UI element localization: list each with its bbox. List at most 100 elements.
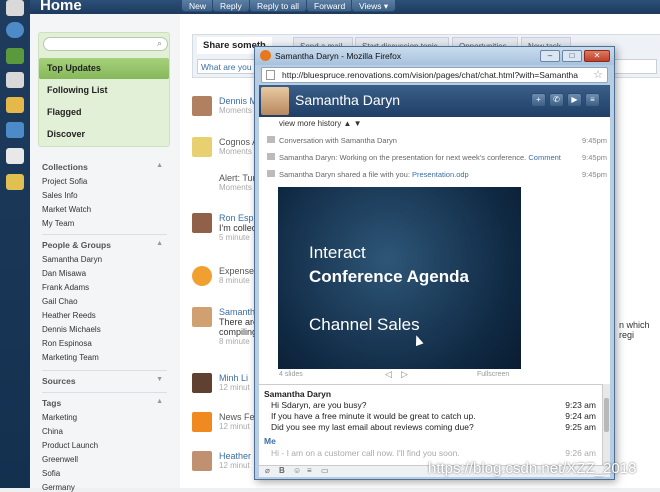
attach-icon[interactable]: ⌀ [265, 466, 270, 475]
person-item[interactable]: Frank Adams [42, 283, 89, 292]
folder-icon[interactable] [6, 97, 24, 113]
bold-icon[interactable]: B [279, 466, 285, 475]
views-button[interactable]: Views ▾ [351, 0, 397, 12]
comment-link[interactable]: Comment [528, 153, 561, 162]
search-input[interactable]: ⌕ [43, 37, 168, 51]
feed-item[interactable]: Minh Li 12 minut [219, 373, 250, 392]
feed-item[interactable]: Cognos A Moments [219, 137, 258, 156]
window-titlebar[interactable]: Samantha Daryn - Mozilla Firefox – □ ✕ [255, 47, 614, 65]
mail-icon[interactable] [6, 22, 24, 38]
new-button[interactable]: New [181, 0, 215, 12]
menu-icon[interactable]: ≡ [585, 93, 600, 107]
tag-item[interactable]: Sofia [42, 469, 60, 478]
collections-heading[interactable]: Collections ▲ [42, 162, 167, 172]
next-slide-icon[interactable]: ▷ [401, 369, 408, 380]
person-item[interactable]: Dennis Michaels [42, 325, 101, 334]
filter-discover[interactable]: Discover [39, 124, 169, 145]
feed-author[interactable]: Dennis M [219, 96, 257, 106]
feed-item[interactable]: News Fe 12 minut [219, 412, 255, 431]
tag-item[interactable]: Marketing [42, 413, 77, 422]
collection-item[interactable]: My Team [42, 219, 74, 228]
avatar[interactable] [192, 307, 212, 327]
reply-all-button[interactable]: Reply to all [249, 0, 308, 12]
person-item[interactable]: Samantha Daryn [42, 255, 102, 264]
presentation-preview[interactable]: Interact Conference Agenda Channel Sales [278, 187, 521, 369]
notebook-icon[interactable] [6, 148, 24, 164]
url-text[interactable]: http://bluespruce.renovations.com/vision… [282, 70, 592, 80]
file-icon [267, 170, 275, 177]
collection-item[interactable]: Project Sofia [42, 177, 87, 186]
feed-item[interactable]: Expense 8 minute [219, 266, 254, 285]
avatar[interactable] [192, 373, 212, 393]
feed-author[interactable]: Minh Li [219, 373, 250, 383]
slide-line-1: Interact [309, 243, 366, 262]
prev-slide-icon[interactable]: ◁ [385, 369, 392, 380]
people-heading[interactable]: People & Groups ▲ [42, 240, 167, 250]
collection-item[interactable]: Sales Info [42, 191, 78, 200]
slide-count: 4 slides [279, 371, 303, 378]
collapse-icon[interactable]: ▲ [156, 398, 163, 405]
expand-icon[interactable]: ▼ [156, 376, 163, 383]
feed-item[interactable]: Ron Espi I'm collec 5 minute [219, 213, 256, 242]
person-item[interactable]: Heather Reeds [42, 311, 96, 320]
feed-time: 12 minut [219, 422, 250, 431]
address-bar[interactable]: http://bluespruce.renovations.com/vision… [261, 67, 608, 83]
feed-item[interactable]: Samanth There are compiling 8 minute [219, 307, 258, 346]
fullscreen-link[interactable]: Fullscreen [477, 371, 509, 378]
feed-author[interactable]: News Fe [219, 412, 255, 422]
feed-alert[interactable]: Alert: Tur [219, 173, 256, 183]
apps-icon[interactable] [6, 122, 24, 138]
chat-me-label: Me [264, 436, 276, 446]
person-item[interactable]: Marketing Team [42, 353, 99, 362]
collection-item[interactable]: Market Watch [42, 205, 91, 214]
video-icon[interactable]: ▶ [567, 93, 582, 107]
contacts-icon[interactable] [6, 72, 24, 88]
feed-author[interactable]: Cognos A [219, 137, 258, 147]
tag-item[interactable]: Product Launch [42, 441, 98, 450]
collapse-icon[interactable]: ▲ [156, 240, 163, 247]
feed-author[interactable]: Ron Espi [219, 213, 256, 223]
slide-line-2: Conference Agenda [309, 267, 469, 286]
sources-heading[interactable]: Sources ▼ [42, 376, 167, 386]
chat-scrollbar[interactable] [602, 384, 610, 465]
maximize-button[interactable]: □ [562, 50, 582, 62]
bookmark-star-icon[interactable]: ☆ [593, 68, 603, 81]
chat-message: Hi Sdaryn, are you busy? [271, 400, 367, 410]
tags-heading[interactable]: Tags ▲ [42, 398, 167, 408]
tag-item[interactable]: China [42, 427, 63, 436]
screen-capture-icon[interactable]: ▭ [321, 466, 329, 475]
scrollbar-thumb[interactable] [604, 398, 609, 432]
feed-item[interactable]: Alert: Tur Moments [219, 173, 256, 192]
format-icon[interactable]: ≡ [307, 466, 312, 475]
avatar[interactable] [192, 96, 212, 116]
tag-item[interactable]: Greenwell [42, 455, 78, 464]
activities-icon[interactable] [6, 174, 24, 190]
search-icon[interactable]: ⌕ [157, 38, 162, 49]
calendar-icon[interactable] [6, 48, 24, 64]
minimize-button[interactable]: – [540, 50, 560, 62]
file-link[interactable]: Presentation.odp [412, 170, 469, 179]
forward-button[interactable]: Forward [306, 0, 354, 12]
feed-item[interactable]: Dennis M Moments [219, 96, 257, 115]
close-button[interactable]: ✕ [584, 50, 610, 62]
avatar[interactable] [192, 451, 212, 471]
contact-avatar[interactable] [261, 87, 289, 115]
home-icon[interactable] [6, 0, 24, 16]
filter-flagged[interactable]: Flagged [39, 102, 169, 123]
person-item[interactable]: Gail Chao [42, 297, 78, 306]
sources-heading-label: Sources [42, 376, 76, 386]
avatar[interactable] [192, 213, 212, 233]
feed-author[interactable]: Expense [219, 266, 254, 276]
phone-icon[interactable]: ✆ [549, 93, 564, 107]
filter-following-list[interactable]: Following List [39, 80, 169, 101]
reply-button[interactable]: Reply [212, 0, 250, 12]
history-link[interactable]: view more history ▲ ▼ [279, 119, 362, 128]
people-icon [192, 266, 212, 286]
collapse-icon[interactable]: ▲ [156, 162, 163, 169]
filter-top-updates[interactable]: Top Updates [39, 58, 169, 79]
emoticon-icon[interactable]: ☺ [293, 466, 301, 475]
add-person-icon[interactable]: + [531, 93, 546, 107]
feed-author[interactable]: Samanth [219, 307, 258, 317]
person-item[interactable]: Dan Misawa [42, 269, 86, 278]
person-item[interactable]: Ron Espinosa [42, 339, 92, 348]
